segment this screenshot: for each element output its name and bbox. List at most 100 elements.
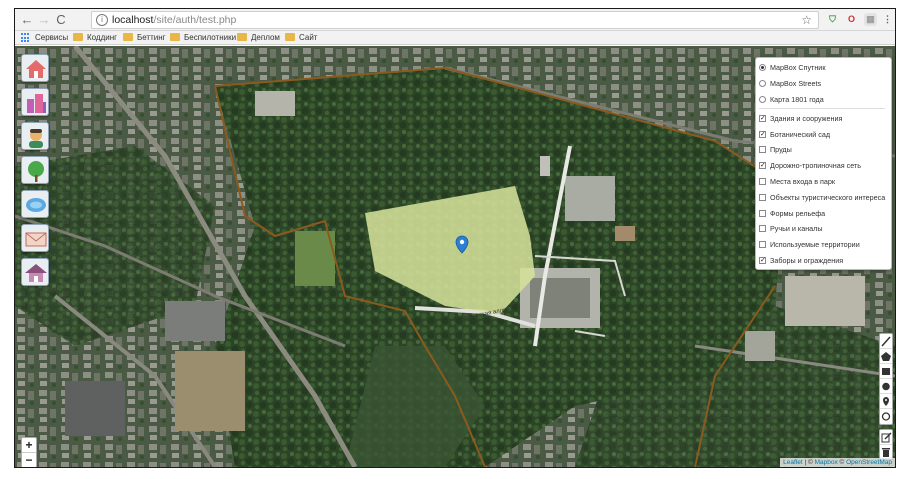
trash-icon [882, 448, 890, 457]
folder-icon [73, 33, 83, 41]
reload-icon[interactable]: C [53, 12, 69, 28]
bookmark-betting[interactable]: Беттинг [123, 32, 166, 44]
bookmark-site[interactable]: Сайт [285, 32, 317, 44]
checkbox[interactable]: ✓ [759, 162, 766, 170]
overlay-entrances[interactable]: Места входа в парк [759, 174, 891, 190]
zoom-out-button[interactable]: − [22, 453, 36, 467]
bookmark-label: Коддинг [87, 33, 118, 42]
attribution-separator: © [837, 459, 847, 466]
home-tool-button[interactable] [21, 54, 49, 82]
draw-rectangle-button[interactable] [880, 364, 892, 379]
overlay-tourist-objects[interactable]: Объекты туристического интереса [759, 189, 891, 205]
browser-window: ← → C i localhost/site/auth/test.php ☆ ⛉… [14, 8, 896, 468]
browser-toolbar: ← → C i localhost/site/auth/test.php ☆ ⛉… [15, 9, 895, 31]
forward-icon[interactable]: → [36, 12, 52, 28]
checkbox[interactable] [759, 209, 766, 217]
overlay-botanical-garden[interactable]: ✓ Ботанический сад [759, 126, 891, 142]
checkbox[interactable] [759, 225, 766, 233]
draw-toolbar [879, 333, 893, 425]
checkbox[interactable] [759, 177, 766, 185]
overlay-paths[interactable]: ✓ Дорожно-тропиночная сеть [759, 158, 891, 174]
circle-marker-icon [881, 412, 891, 421]
draw-polygon-button[interactable] [880, 349, 892, 364]
checkbox[interactable] [759, 193, 766, 201]
osm-link[interactable]: OpenStreetMap [846, 459, 892, 466]
buildings-tool-button[interactable] [21, 88, 49, 116]
pond-icon [26, 198, 46, 212]
folder-icon [285, 33, 295, 41]
circle-icon [882, 382, 890, 391]
overlay-buildings[interactable]: ✓ Здания и сооружения [759, 110, 891, 126]
checkbox[interactable]: ✓ [759, 114, 766, 122]
draw-circle-button[interactable] [880, 379, 892, 394]
menu-icon[interactable]: ⋮ [881, 13, 894, 26]
radio-button[interactable] [759, 95, 766, 103]
bookmark-label: Деплом [251, 33, 280, 42]
back-icon[interactable]: ← [19, 12, 35, 28]
draw-polyline-button[interactable] [880, 334, 892, 349]
mail-tool-button[interactable] [21, 224, 49, 252]
info-icon[interactable]: i [96, 14, 108, 26]
bookmark-deploy[interactable]: Деплом [237, 32, 280, 44]
map-attribution: Leaflet | © Mapbox © OpenStreetMap [780, 458, 895, 467]
polygon-icon [881, 352, 891, 361]
layer-label: Пруды [770, 145, 792, 155]
checkbox[interactable] [759, 241, 766, 249]
shelter-icon [25, 264, 47, 282]
mapbox-link[interactable]: Mapbox [815, 459, 838, 466]
shield-extension-icon[interactable]: ⛉ [826, 13, 839, 26]
leaflet-link[interactable]: Leaflet [783, 459, 803, 466]
radio-button[interactable] [759, 64, 766, 72]
bookmark-services[interactable]: Сервисы [35, 32, 68, 44]
opera-icon[interactable]: O [845, 13, 858, 26]
pond-tool-button[interactable] [21, 190, 49, 218]
base-layer-streets[interactable]: MapBox Streets [759, 76, 891, 92]
radio-button[interactable] [759, 80, 766, 88]
layer-label: Здания и сооружения [770, 113, 843, 123]
overlay-used-territories[interactable]: Используемые территории [759, 237, 891, 253]
attribution-separator: | © [802, 459, 815, 466]
bookmarks-bar: Сервисы Коддинг Беттинг Беспилотники Деп… [15, 31, 895, 45]
rectangle-icon [882, 368, 890, 375]
bookmark-drones[interactable]: Беспилотники [170, 32, 236, 44]
zoom-control: + − [21, 437, 37, 467]
checkbox[interactable]: ✓ [759, 256, 766, 264]
person-tool-button[interactable] [21, 122, 49, 150]
draw-marker-button[interactable] [880, 394, 892, 409]
layer-label: MapBox Streets [770, 79, 822, 89]
layer-label: Карта 1801 года [770, 94, 824, 104]
edit-layers-button[interactable] [880, 430, 892, 445]
overlay-relief[interactable]: Формы рельефа [759, 205, 891, 221]
folder-icon [237, 33, 247, 41]
base-layer-1801-map[interactable]: Карта 1801 года [759, 92, 891, 108]
buildings-icon [27, 94, 46, 113]
draw-circlemarker-button[interactable] [880, 409, 892, 424]
overlay-fences[interactable]: ✓ Заборы и ограждения [759, 253, 891, 269]
marker-icon [883, 397, 889, 406]
layer-separator [759, 108, 885, 110]
shelter-tool-button[interactable] [21, 258, 49, 286]
layer-label: Дорожно-тропиночная сеть [770, 161, 862, 171]
bookmark-star-icon[interactable]: ☆ [801, 13, 812, 27]
folder-icon [123, 33, 133, 41]
address-bar[interactable]: i localhost/site/auth/test.php ☆ [91, 11, 819, 29]
zoom-in-button[interactable]: + [22, 438, 36, 453]
overlay-streams[interactable]: Ручьи и каналы [759, 221, 891, 237]
polyline-icon [881, 336, 891, 347]
layer-label: Используемые территории [770, 240, 860, 250]
apps-icon[interactable] [21, 33, 31, 43]
checkbox[interactable]: ✓ [759, 130, 766, 138]
overlay-ponds[interactable]: Пруды [759, 142, 891, 158]
layer-control: MapBox Спутник MapBox Streets Карта 1801… [755, 57, 892, 270]
url-host: localhost [112, 14, 154, 26]
bookmark-label: Беттинг [137, 33, 166, 42]
extension-icon[interactable]: ▦ [864, 13, 877, 26]
map-view[interactable]: Ботаническая аллея + − MapBox Спутник Ma… [15, 46, 895, 467]
bookmark-coding[interactable]: Коддинг [73, 32, 117, 44]
checkbox[interactable] [759, 146, 766, 154]
url-text[interactable]: localhost/site/auth/test.php [112, 14, 236, 26]
tree-tool-button[interactable] [21, 156, 49, 184]
layer-label: Заборы и ограждения [770, 255, 844, 265]
base-layer-satellite[interactable]: MapBox Спутник [759, 60, 891, 76]
layer-label: Объекты туристического интереса [770, 192, 886, 202]
